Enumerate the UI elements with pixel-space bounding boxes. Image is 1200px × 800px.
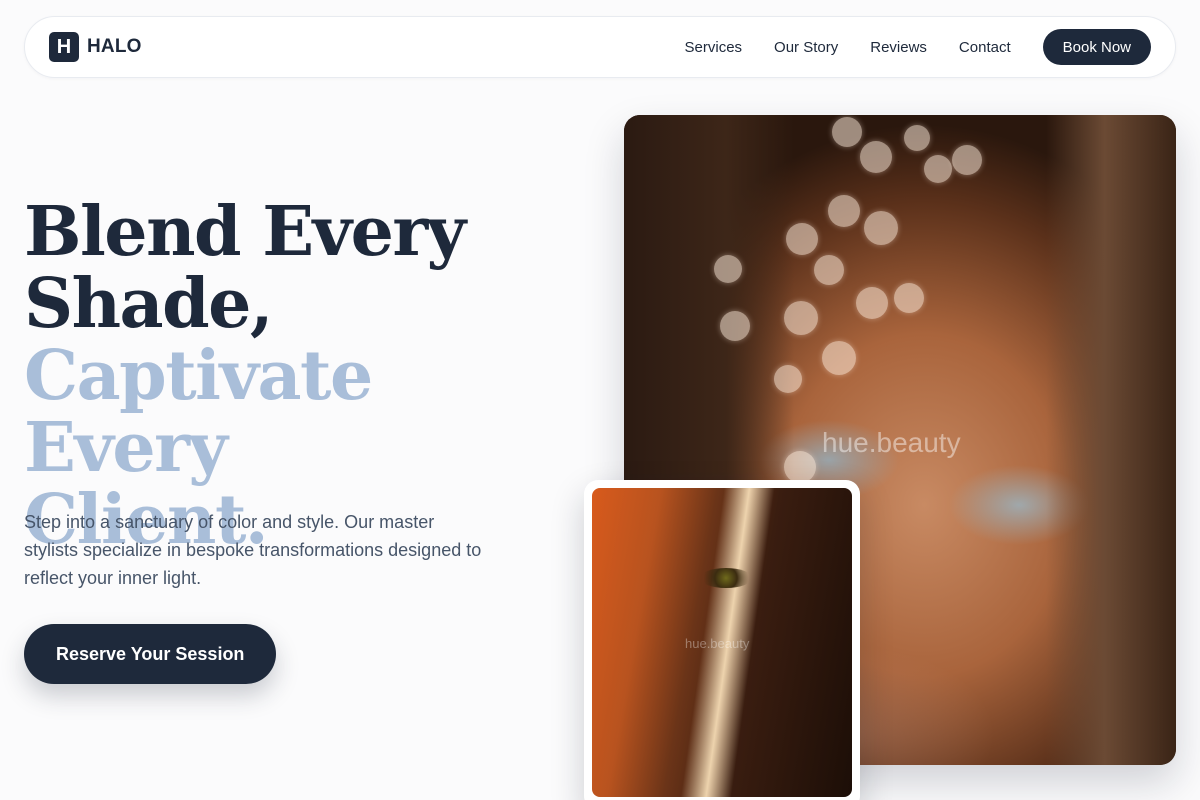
eye-detail bbox=[700, 568, 752, 588]
nav-links: Services Our Story Reviews Contact Book … bbox=[685, 29, 1151, 65]
logo-mark: H bbox=[49, 32, 79, 62]
nav-link-our-story[interactable]: Our Story bbox=[774, 39, 838, 56]
top-navbar: H HALO Services Our Story Reviews Contac… bbox=[24, 16, 1176, 78]
hero-title-line-3: Captivate Every bbox=[24, 336, 373, 488]
bokeh-light bbox=[864, 211, 898, 245]
bokeh-light bbox=[894, 283, 924, 313]
bokeh-light bbox=[786, 223, 818, 255]
landing-page: H HALO Services Our Story Reviews Contac… bbox=[0, 0, 1200, 800]
hero-title-line-2: Shade, bbox=[24, 264, 274, 344]
bokeh-light bbox=[828, 195, 860, 227]
bokeh-light bbox=[822, 341, 856, 375]
hair-shading-right bbox=[1046, 115, 1176, 765]
brand-name: HALO bbox=[87, 36, 142, 57]
hero-title-line-1: Blend Every bbox=[24, 192, 466, 272]
hero-subtitle: Step into a sanctuary of color and style… bbox=[24, 512, 482, 588]
image-watermark-small: hue.beauty bbox=[685, 636, 750, 651]
reserve-session-button[interactable]: Reserve Your Session bbox=[24, 624, 277, 684]
bokeh-light bbox=[774, 365, 802, 393]
nav-link-reviews[interactable]: Reviews bbox=[870, 39, 927, 56]
bokeh-light bbox=[720, 311, 750, 341]
bokeh-light bbox=[904, 125, 930, 151]
brand[interactable]: H HALO bbox=[49, 32, 142, 62]
image-watermark: hue.beauty bbox=[822, 427, 961, 458]
hero-title: Blend Every Shade, Captivate Every Clien… bbox=[24, 196, 584, 556]
bokeh-light bbox=[924, 155, 952, 183]
book-now-button[interactable]: Book Now bbox=[1042, 29, 1151, 65]
bokeh-light bbox=[856, 287, 888, 319]
bokeh-light bbox=[784, 301, 818, 335]
nav-link-contact[interactable]: Contact bbox=[959, 39, 1011, 56]
bokeh-light bbox=[814, 255, 844, 285]
nav-link-services[interactable]: Services bbox=[685, 39, 743, 56]
bokeh-light bbox=[784, 451, 816, 483]
bokeh-light bbox=[832, 117, 862, 147]
bokeh-light bbox=[860, 141, 892, 173]
bokeh-light bbox=[714, 255, 742, 283]
hero-secondary-photo: hue.beauty bbox=[592, 488, 852, 797]
bokeh-light bbox=[952, 145, 982, 175]
hero-secondary-photo-card: hue.beauty bbox=[584, 480, 860, 800]
